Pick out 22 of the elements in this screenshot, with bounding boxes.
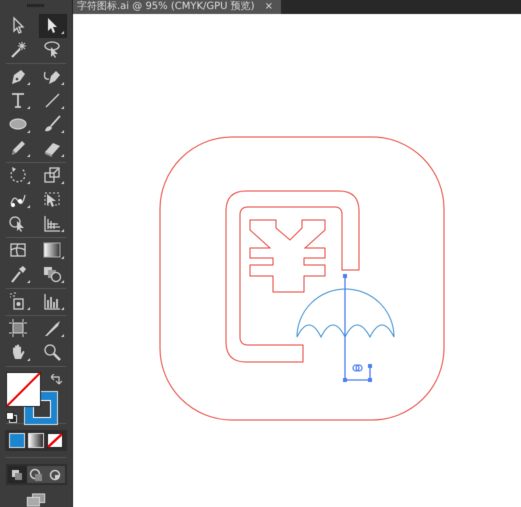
- close-tab-button[interactable]: ×: [264, 1, 273, 13]
- corner-widget-icon[interactable]: [352, 364, 363, 372]
- color-swatch-icon[interactable]: [9, 433, 25, 448]
- swap-arrows-icon[interactable]: [51, 374, 62, 385]
- draw-mode-icon: [10, 468, 24, 482]
- gradient-swatch-icon[interactable]: [28, 433, 44, 448]
- drawing-mode-button[interactable]: [46, 466, 64, 484]
- drawing-mode-button[interactable]: [26, 466, 46, 484]
- none-swatch-icon[interactable]: [47, 433, 63, 448]
- screen-mode-icon[interactable]: [25, 493, 47, 507]
- document-title: 字符图标.ai @ 95% (CMYK/GPU 预览): [77, 1, 255, 13]
- draw-mode-icon: [29, 468, 43, 482]
- default-colors-icon[interactable]: [6, 412, 17, 423]
- drawing-mode-button[interactable]: [8, 466, 26, 484]
- document-tab[interactable]: 字符图标.ai @ 95% (CMYK/GPU 预览) ×: [73, 0, 281, 14]
- fill-swatch[interactable]: [6, 372, 41, 407]
- draw-mode-icon: [48, 468, 62, 482]
- selected-handle-path[interactable]: [343, 274, 372, 382]
- grip-icon[interactable]: [26, 4, 46, 8]
- spray-can-icon: [8, 290, 30, 313]
- artboard-icon: [8, 318, 30, 340]
- tool-button[interactable]: [39, 14, 67, 38]
